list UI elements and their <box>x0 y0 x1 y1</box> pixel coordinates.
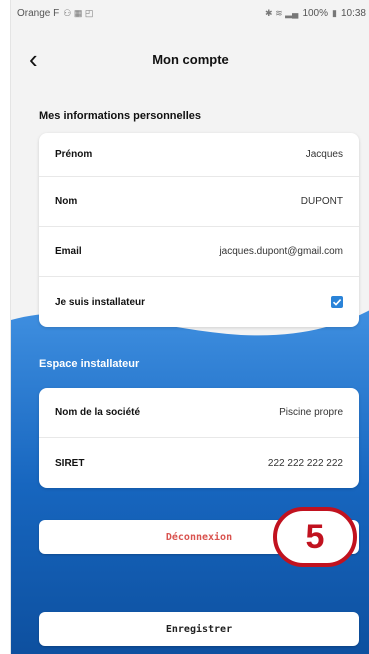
installer-checkbox[interactable] <box>331 296 343 308</box>
company-label: Nom de la société <box>55 407 141 418</box>
status-icons-left: ⚇ ▦ ◰ <box>63 7 94 18</box>
field-row-installer[interactable]: Je suis installateur <box>39 277 359 327</box>
last-name-label: Nom <box>55 196 78 207</box>
last-name-value[interactable]: DUPONT <box>301 196 343 207</box>
status-icons-right: ✱ ≋ ▂▄ <box>265 7 299 18</box>
field-row-company[interactable]: Nom de la société Piscine propre <box>39 388 359 438</box>
first-name-label: Prénom <box>55 149 93 160</box>
company-value[interactable]: Piscine propre <box>279 407 343 418</box>
email-value[interactable]: jacques.dupont@gmail.com <box>219 246 343 257</box>
first-name-value[interactable]: Jacques <box>306 149 343 160</box>
personal-info-heading: Mes informations personnelles <box>39 110 201 122</box>
siret-value[interactable]: 222 222 222 222 <box>268 458 343 469</box>
personal-info-card: Prénom Jacques Nom DUPONT Email jacques.… <box>39 133 359 327</box>
page-title: Mon compte <box>152 51 229 67</box>
battery-icon: ▮ <box>332 7 337 18</box>
field-row-email[interactable]: Email jacques.dupont@gmail.com <box>39 227 359 277</box>
clock: 10:38 <box>340 7 366 19</box>
back-arrow-icon[interactable]: ‹ <box>29 46 38 72</box>
field-row-first-name[interactable]: Prénom Jacques <box>39 133 359 177</box>
status-bar: Orange F ⚇ ▦ ◰ ✱ ≋ ▂▄ 100% ▮ 10:38 <box>11 0 369 26</box>
battery-level: 100% <box>302 7 329 19</box>
annotation-number-badge: 5 <box>273 507 357 567</box>
field-row-siret[interactable]: SIRET 222 222 222 222 <box>39 438 359 488</box>
siret-label: SIRET <box>55 457 85 469</box>
top-bar: ‹ Mon compte <box>11 44 369 74</box>
installer-label: Je suis installateur <box>55 296 146 308</box>
check-icon <box>332 299 342 306</box>
installer-space-card: Nom de la société Piscine propre SIRET 2… <box>39 388 359 488</box>
email-label: Email <box>55 246 82 257</box>
carrier-name: Orange F <box>17 7 60 19</box>
installer-space-heading: Espace installateur <box>39 358 140 370</box>
field-row-last-name[interactable]: Nom DUPONT <box>39 177 359 227</box>
save-button[interactable]: Enregistrer <box>39 612 359 646</box>
phone-screen: Orange F ⚇ ▦ ◰ ✱ ≋ ▂▄ 100% ▮ 10:38 ‹ Mon… <box>10 0 369 654</box>
